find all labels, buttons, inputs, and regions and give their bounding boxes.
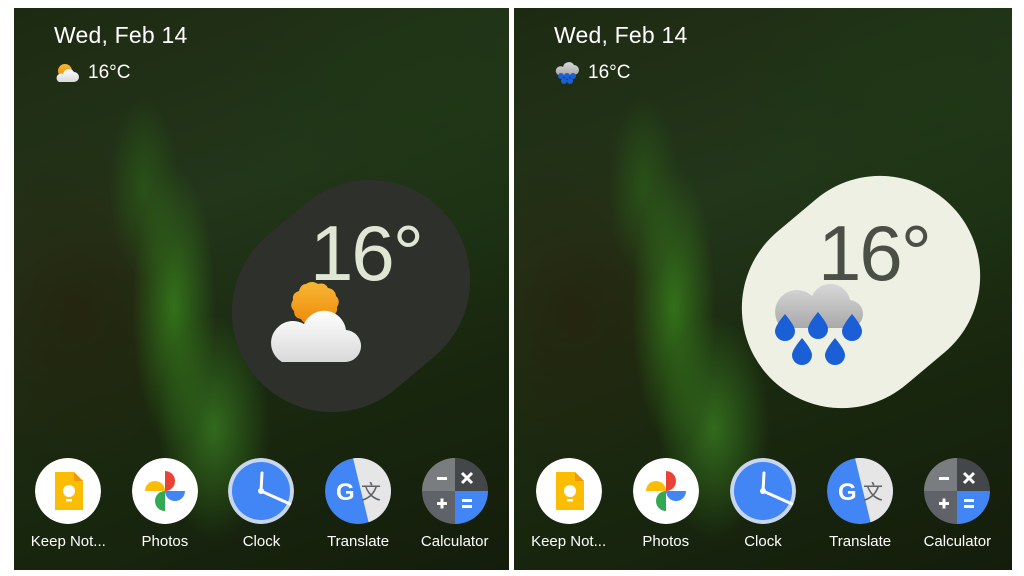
app-keep-notes[interactable]: Keep Not... — [522, 458, 616, 550]
keep-notes-icon — [535, 458, 602, 524]
small-temperature: 16°C — [588, 62, 631, 83]
app-translate[interactable]: G 文 Translate — [311, 458, 405, 550]
app-label: Photos — [141, 533, 189, 550]
photos-icon — [131, 458, 198, 524]
app-calculator[interactable]: Calculator — [910, 458, 1004, 550]
svg-text:文: 文 — [863, 480, 883, 504]
app-label: Keep Not... — [30, 533, 106, 550]
app-photos[interactable]: Photos — [619, 458, 713, 550]
app-dock: Keep Not... Photos Clock G 文 Translate C… — [514, 458, 1012, 550]
weather-glance[interactable]: 16°C — [54, 62, 130, 84]
svg-text:G: G — [336, 479, 355, 506]
app-label: Calculator — [923, 533, 992, 550]
app-label: Translate — [829, 533, 892, 550]
app-label: Clock — [744, 533, 782, 550]
calculator-icon — [421, 458, 488, 524]
rain-icon — [555, 62, 579, 84]
clock-icon — [228, 458, 295, 524]
app-label: Translate — [327, 533, 390, 550]
svg-text:G: G — [838, 479, 857, 506]
app-dock: Keep Not... Photos Clock G 文 Translate C… — [14, 458, 509, 550]
clock-icon — [729, 458, 796, 524]
svg-text:文: 文 — [361, 480, 381, 504]
translate-icon: G 文 — [325, 458, 392, 524]
app-photos[interactable]: Photos — [118, 458, 212, 550]
app-label: Keep Not... — [531, 533, 607, 550]
partly-cloudy-icon — [271, 282, 362, 363]
app-label: Calculator — [420, 533, 489, 550]
app-calculator[interactable]: Calculator — [408, 458, 502, 550]
app-clock[interactable]: Clock — [716, 458, 810, 550]
home-screen-left: Wed, Feb 14 16°C 16° Keep Not... Photos … — [14, 8, 509, 570]
translate-icon: G 文 — [827, 458, 894, 524]
date-label[interactable]: Wed, Feb 14 — [54, 22, 187, 49]
small-temperature: 16°C — [88, 62, 131, 83]
app-clock[interactable]: Clock — [214, 458, 308, 550]
app-keep-notes[interactable]: Keep Not... — [21, 458, 115, 550]
photos-icon — [632, 458, 699, 524]
date-label[interactable]: Wed, Feb 14 — [554, 22, 687, 49]
app-label: Clock — [242, 533, 281, 550]
app-translate[interactable]: G 文 Translate — [813, 458, 907, 550]
keep-notes-icon — [35, 458, 102, 524]
partly-cloudy-icon — [56, 64, 79, 82]
weather-glance[interactable]: 16°C — [554, 62, 630, 84]
app-label: Photos — [642, 533, 690, 550]
calculator-icon — [924, 458, 991, 524]
rain-icon — [775, 283, 864, 365]
home-screen-right: Wed, Feb 14 16°C 16° Keep Not... Photos … — [514, 8, 1012, 570]
